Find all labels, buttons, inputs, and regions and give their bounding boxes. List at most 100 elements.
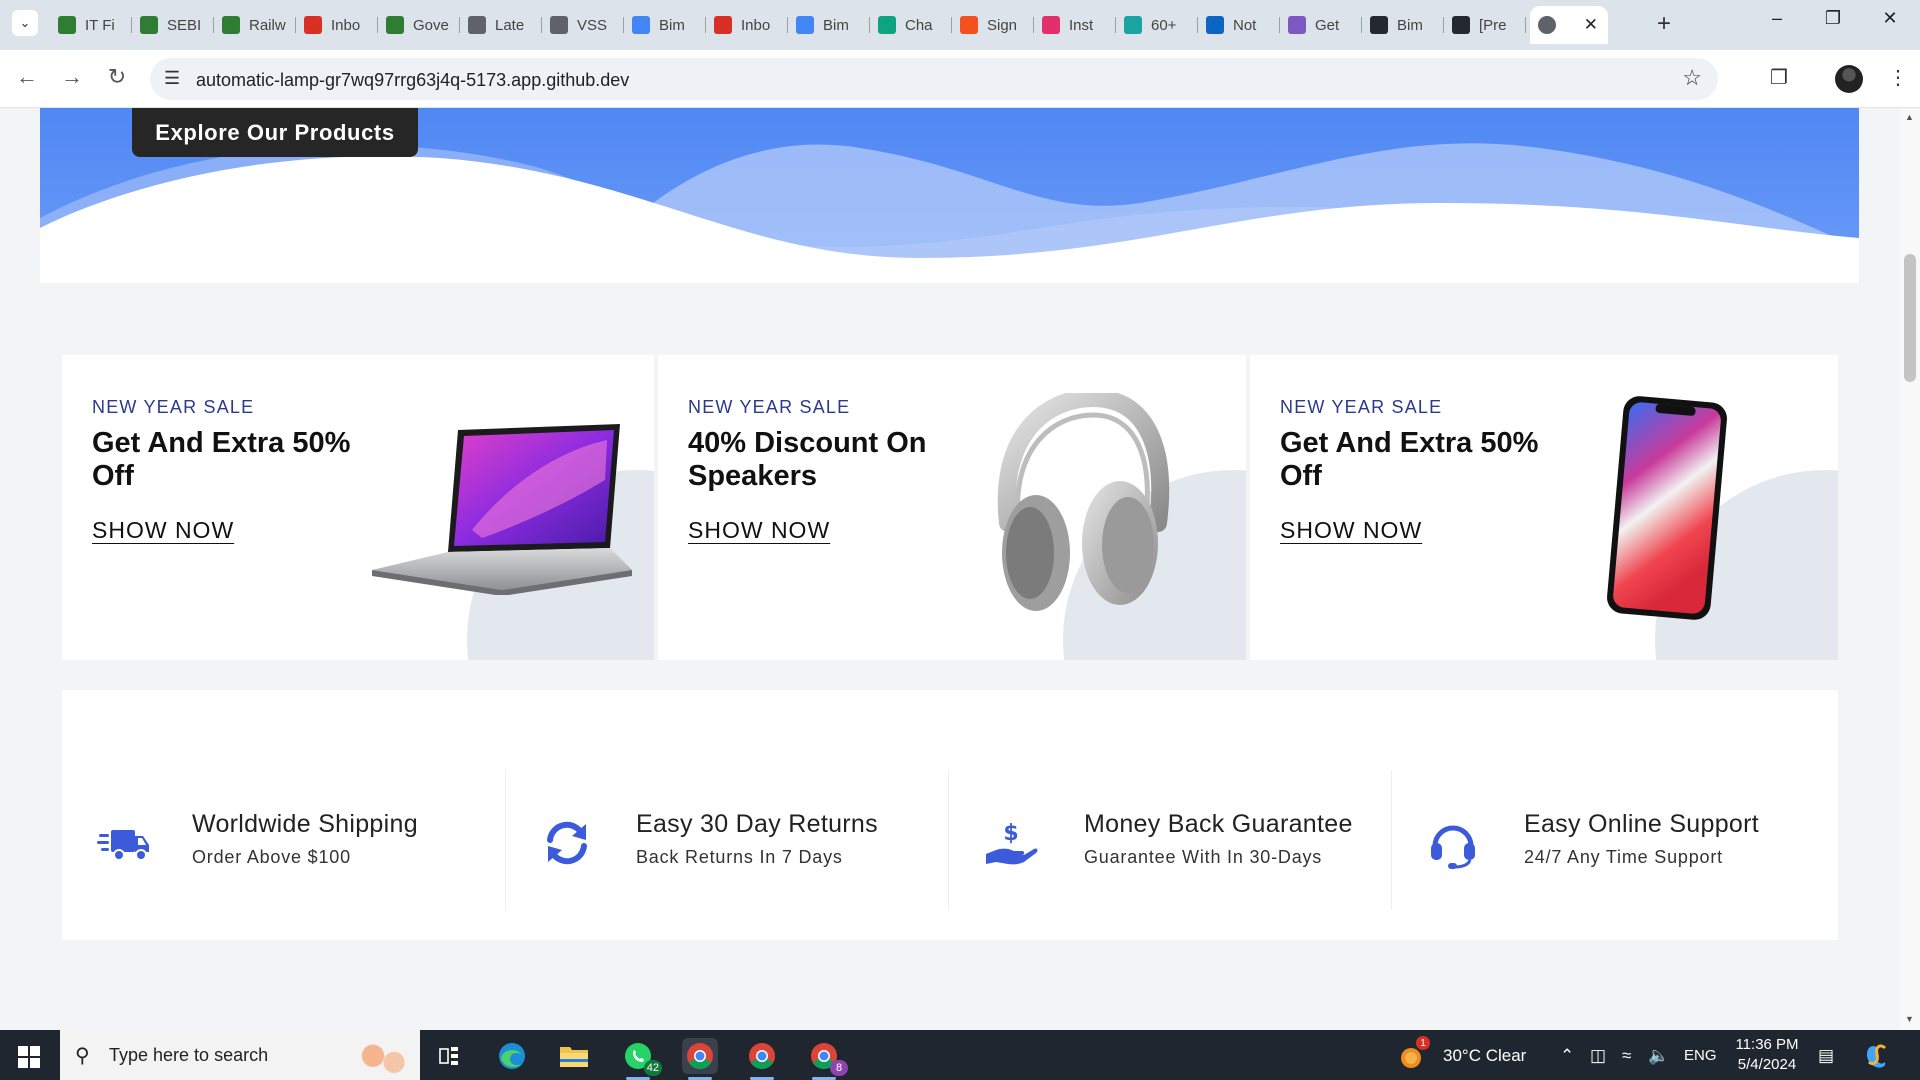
browser-tab[interactable]: Not	[1198, 6, 1280, 44]
promo-card-laptop[interactable]: NEW YEAR SALE Get And Extra 50% Off SHOW…	[62, 355, 654, 660]
browser-tab[interactable]: SEBI	[132, 6, 214, 44]
promo-card-headphones[interactable]: NEW YEAR SALE 40% Discount On Speakers S…	[654, 355, 1246, 660]
taskbar-search-box[interactable]: ⚲ Type here to search	[60, 1030, 420, 1080]
close-window-button[interactable]: ✕	[1875, 8, 1905, 29]
browser-tab[interactable]: 60+	[1116, 6, 1198, 44]
promo-tag: NEW YEAR SALE	[1280, 397, 1443, 417]
search-icon: ⚲	[75, 1045, 90, 1067]
system-clock[interactable]: 11:36 PM 5/4/2024	[1727, 1035, 1807, 1075]
profile-avatar[interactable]	[1835, 65, 1863, 93]
browser-tab[interactable]: Bim	[624, 6, 706, 44]
browser-tab[interactable]: Railw	[214, 6, 296, 44]
college-icon	[222, 16, 240, 34]
site-info-icon[interactable]: ☰	[164, 68, 180, 89]
meet-now-icon[interactable]: ◫	[1590, 1046, 1606, 1066]
minimize-button[interactable]: –	[1762, 8, 1792, 29]
weather-text[interactable]: 30°C Clear	[1443, 1046, 1526, 1066]
browser-tab-label: Late	[495, 16, 525, 34]
browser-tab-label: SEBI	[167, 16, 202, 34]
show-now-link[interactable]: SHOW NOW	[688, 517, 830, 544]
new-tab-button[interactable]: +	[1650, 10, 1678, 38]
browser-tab[interactable]: Bim	[788, 6, 870, 44]
menu-kebab-icon[interactable]: ⋮	[1888, 65, 1908, 90]
browser-tab[interactable]: Bim	[1362, 6, 1444, 44]
college-icon	[58, 16, 76, 34]
browser-tab-label: Get	[1315, 16, 1340, 34]
whatsapp-icon[interactable]: 42	[620, 1038, 662, 1080]
scroll-up-arrow-icon[interactable]: ▲	[1905, 112, 1914, 122]
promo-card-smartphone[interactable]: NEW YEAR SALE Get And Extra 50% Off SHOW…	[1246, 355, 1838, 660]
url-text[interactable]: automatic-lamp-gr7wq97rrg63j4q-5173.app.…	[196, 70, 629, 91]
feature-title: Worldwide Shipping	[192, 810, 418, 838]
feature-divider	[1391, 770, 1392, 910]
browser-tab[interactable]: Inbo	[706, 6, 788, 44]
browser-tab[interactable]: Get	[1280, 6, 1362, 44]
college-icon	[140, 16, 158, 34]
feature-subtitle: Back Returns In 7 Days	[636, 847, 843, 867]
browser-tab[interactable]: Inst	[1034, 6, 1116, 44]
windows-taskbar: ⚲ Type here to search 42 8 1 30°C Clear …	[0, 1030, 1920, 1080]
browser-tab-active[interactable]: ✕	[1530, 6, 1608, 44]
close-tab-icon[interactable]: ✕	[1584, 15, 1598, 35]
weather-icon[interactable]: 1	[1398, 1036, 1430, 1074]
docs-icon	[796, 16, 814, 34]
browser-tab-label: 60+	[1151, 16, 1177, 34]
globe-icon	[1538, 16, 1556, 34]
scrollbar-thumb[interactable]	[1904, 254, 1916, 382]
feature-title: Easy Online Support	[1524, 810, 1759, 838]
extensions-icon[interactable]: ❐	[1770, 65, 1788, 90]
news-icon	[550, 16, 568, 34]
feature-money-back: $ Money Back Guarantee Guarantee With In…	[948, 770, 1391, 910]
windows-start-button[interactable]	[18, 1046, 40, 1068]
forward-button[interactable]: →	[57, 64, 87, 90]
tab-list: IT Fi SEBI Railw Inbo Gove Late VSS Bim Inbo Bim C…	[50, 6, 1608, 44]
browser-tab[interactable]: Cha	[870, 6, 952, 44]
volume-icon[interactable]: 🔈	[1648, 1046, 1669, 1066]
chrome-profile-icon[interactable]	[744, 1038, 780, 1080]
hero-banner: Explore Our Products	[40, 108, 1859, 275]
reload-button[interactable]: ↻	[102, 64, 132, 90]
restore-button[interactable]: ❐	[1818, 8, 1848, 29]
browser-tab[interactable]: Gove	[378, 6, 460, 44]
input-language[interactable]: ENG	[1684, 1047, 1717, 1064]
feature-online-support: Easy Online Support 24/7 Any Time Suppor…	[1391, 770, 1838, 910]
news-icon	[468, 16, 486, 34]
chrome-icon[interactable]	[682, 1038, 718, 1080]
gmail-icon	[304, 16, 322, 34]
copilot-icon[interactable]	[1861, 1040, 1893, 1072]
browser-tab[interactable]: IT Fi	[50, 6, 132, 44]
tab-search-chevron-icon[interactable]: ⌄	[12, 10, 38, 36]
feature-title: Money Back Guarantee	[1084, 810, 1353, 838]
page-viewport: Explore Our Products NEW YEAR SALE Get A…	[0, 108, 1900, 1030]
chrome-profile-2-icon[interactable]: 8	[806, 1038, 848, 1080]
truck-icon	[97, 830, 149, 861]
browser-tab[interactable]: [Pre	[1444, 6, 1526, 44]
edge-browser-icon[interactable]	[494, 1038, 530, 1074]
explore-products-button[interactable]: Explore Our Products	[132, 108, 418, 157]
bookmark-star-icon[interactable]: ☆	[1682, 65, 1702, 91]
network-icon[interactable]: ≈	[1622, 1046, 1631, 1066]
address-bar[interactable]: ☰ automatic-lamp-gr7wq97rrg63j4q-5173.ap…	[150, 58, 1718, 100]
feature-subtitle: Guarantee With In 30-Days	[1084, 847, 1323, 867]
show-hidden-icons-chevron-icon[interactable]: ⌃	[1560, 1046, 1574, 1066]
page-scrollbar[interactable]: ▲ ▼	[1900, 108, 1920, 1030]
headset-icon	[1431, 825, 1475, 869]
show-now-link[interactable]: SHOW NOW	[1280, 517, 1422, 544]
notification-badge: 42	[643, 1060, 662, 1076]
browser-tab[interactable]: Inbo	[296, 6, 378, 44]
show-now-link[interactable]: SHOW NOW	[92, 517, 234, 544]
browser-tab-label: Not	[1233, 16, 1257, 34]
browser-tab[interactable]: VSS	[542, 6, 624, 44]
browser-tab[interactable]: Late	[460, 6, 542, 44]
notifications-icon[interactable]: ▤	[1818, 1046, 1834, 1066]
scroll-down-arrow-icon[interactable]: ▼	[1905, 1014, 1914, 1024]
task-view-icon[interactable]	[431, 1038, 467, 1074]
back-button[interactable]: ←	[12, 64, 42, 90]
github-icon	[1370, 16, 1388, 34]
browser-tab-label: Inbo	[331, 16, 361, 34]
gmail-icon	[714, 16, 732, 34]
linkedin-icon	[1206, 16, 1224, 34]
file-explorer-icon[interactable]	[556, 1038, 592, 1074]
browser-tab[interactable]: Sign	[952, 6, 1034, 44]
browser-tab-label: Cha	[905, 16, 933, 34]
